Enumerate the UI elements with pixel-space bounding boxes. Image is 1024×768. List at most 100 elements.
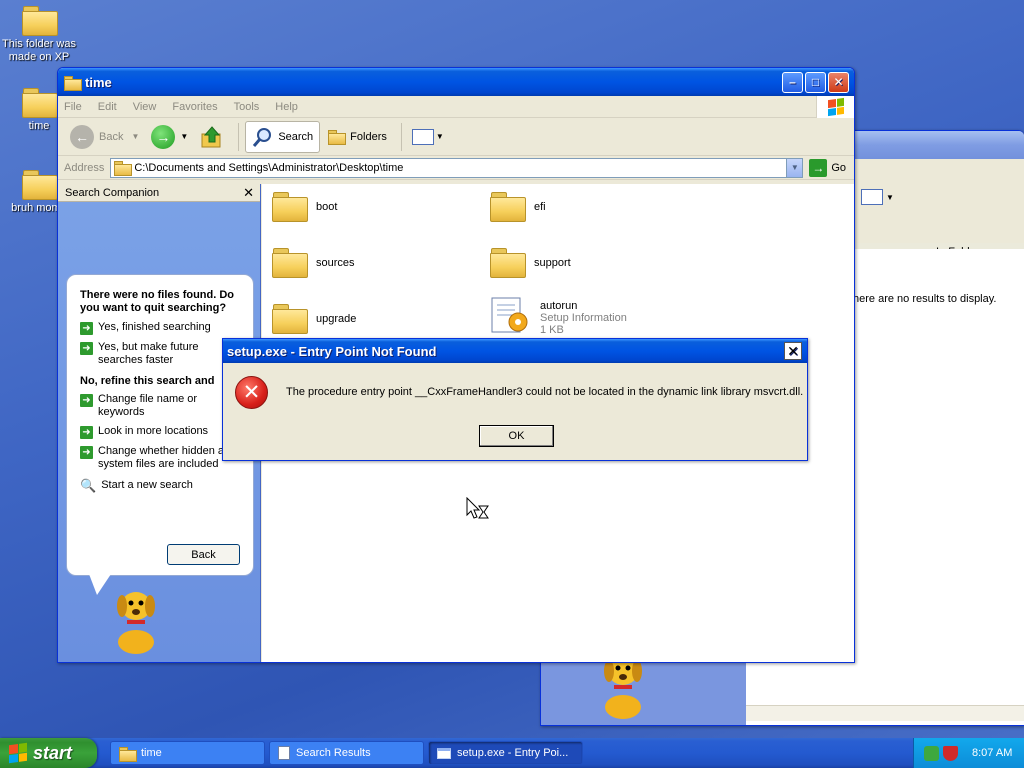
- desktop-icon-xp-folder[interactable]: This folder was made on XP: [0, 6, 78, 64]
- search-companion-title: Search Companion: [65, 186, 160, 199]
- menu-help[interactable]: Help: [275, 101, 298, 113]
- menu-file[interactable]: File: [64, 101, 82, 113]
- arrow-right-icon: ➜: [80, 322, 93, 335]
- folder-icon: [22, 6, 58, 36]
- option-label: Start a new search: [101, 479, 193, 491]
- taskbar: start time Search Results setup.exe - En…: [0, 738, 1024, 768]
- back-label: Back: [99, 130, 124, 143]
- arrow-right-icon: ➜: [80, 394, 93, 407]
- clock[interactable]: 8:07 AM: [972, 747, 1012, 759]
- menu-tools[interactable]: Tools: [234, 101, 260, 113]
- file-name: sources: [316, 257, 355, 269]
- balloon-heading: There were no files found. Do you want t…: [80, 289, 235, 314]
- views-button[interactable]: ▼: [408, 121, 448, 153]
- folder-icon: [119, 746, 137, 762]
- folder-icon: [22, 88, 58, 118]
- menu-view[interactable]: View: [133, 101, 157, 113]
- folders-label: Folders: [350, 130, 387, 143]
- folder-item-sources[interactable]: sources: [272, 248, 355, 280]
- option-more-locations[interactable]: ➜ Look in more locations: [80, 425, 243, 439]
- option-faster-searches[interactable]: ➜ Yes, but make future searches faster: [80, 341, 243, 367]
- windows-logo-icon: [816, 96, 854, 118]
- search-dog-icon: [117, 592, 155, 654]
- security-shield-icon[interactable]: [943, 745, 958, 761]
- file-name: upgrade: [316, 313, 357, 325]
- folder-icon: [22, 170, 58, 200]
- menu-edit[interactable]: Edit: [98, 101, 117, 113]
- folder-item-efi[interactable]: efi: [490, 192, 546, 224]
- file-name: boot: [316, 201, 338, 213]
- folder-icon: [272, 304, 308, 336]
- folder-icon: [272, 192, 308, 224]
- arrow-right-icon: ➜: [80, 426, 93, 439]
- start-button[interactable]: start: [0, 738, 97, 768]
- system-tray: 8:07 AM: [913, 738, 1024, 768]
- folder-item-boot[interactable]: boot: [272, 192, 337, 224]
- close-icon[interactable]: ✕: [243, 185, 254, 201]
- option-finished-searching[interactable]: ➜ Yes, finished searching: [80, 321, 243, 335]
- file-item-autorun[interactable]: autorun Setup Information 1 KB: [490, 296, 627, 336]
- address-bar: Address C:\Documents and Settings\Admini…: [58, 156, 854, 180]
- folder-icon: [272, 248, 308, 280]
- refine-heading: No, refine this search and: [80, 375, 215, 387]
- search-companion-header: Search Companion ✕: [58, 184, 260, 202]
- back-button[interactable]: ← Back ▼: [66, 121, 143, 153]
- search-button[interactable]: Search: [245, 120, 321, 153]
- error-message: The procedure entry point __CxxFrameHand…: [286, 386, 804, 398]
- option-new-search[interactable]: 🔍 Start a new search: [80, 479, 243, 492]
- task-label: time: [141, 747, 162, 759]
- taskbar-button-time[interactable]: time: [110, 741, 265, 765]
- folder-item-upgrade[interactable]: upgrade: [272, 304, 356, 336]
- setup-information-icon: [491, 297, 528, 333]
- folder-item-support[interactable]: support: [490, 248, 571, 280]
- minimize-button[interactable]: –: [782, 71, 803, 93]
- arrow-right-icon: ➜: [80, 446, 93, 459]
- network-icon[interactable]: [924, 745, 939, 761]
- close-button[interactable]: ✕: [784, 342, 802, 360]
- chevron-down-icon: ▼: [435, 132, 444, 141]
- arrow-right-icon: ➜: [80, 342, 93, 355]
- option-change-file-name[interactable]: ➜ Change file name or keywords: [80, 393, 243, 419]
- toolbar: ← Back ▼ → ▼ Search Folders ▼: [58, 118, 854, 156]
- option-hidden-files[interactable]: ➜ Change whether hidden and system files…: [80, 445, 243, 471]
- menu-bar: File Edit View Favorites Tools Help: [58, 96, 854, 118]
- menu-favorites[interactable]: Favorites: [172, 101, 217, 113]
- file-name: support: [534, 257, 571, 269]
- forward-button[interactable]: → ▼: [147, 121, 192, 153]
- address-value: C:\Documents and Settings\Administrator\…: [134, 161, 404, 174]
- option-label: Look in more locations: [98, 425, 209, 437]
- option-label: Yes, finished searching: [98, 321, 211, 333]
- views-icon: [861, 189, 883, 205]
- chevron-down-icon[interactable]: ▼: [786, 158, 803, 177]
- taskbar-button-search-results[interactable]: Search Results: [269, 741, 424, 765]
- error-dialog[interactable]: setup.exe - Entry Point Not Found ✕ ✕ Th…: [222, 338, 808, 461]
- maximize-button[interactable]: □: [805, 71, 826, 93]
- folder-icon: [64, 75, 82, 91]
- address-input[interactable]: C:\Documents and Settings\Administrator\…: [110, 157, 804, 178]
- horizontal-scrollbar[interactable]: [746, 705, 1024, 721]
- task-label: Search Results: [296, 747, 371, 759]
- chevron-down-icon: ▼: [180, 132, 189, 141]
- no-results-message: here are no results to display.: [853, 293, 997, 305]
- explorer-titlebar[interactable]: time – □ ✕: [58, 68, 854, 96]
- views-icon: [411, 128, 434, 145]
- file-type: Setup Information: [540, 312, 627, 324]
- taskbar-button-setup-error[interactable]: setup.exe - Entry Poi...: [428, 741, 583, 765]
- forward-arrow-icon: →: [151, 124, 176, 149]
- dialog-titlebar[interactable]: setup.exe - Entry Point Not Found ✕: [223, 339, 807, 363]
- views-button[interactable]: ▼: [861, 189, 894, 205]
- dialog-title: setup.exe - Entry Point Not Found: [227, 343, 437, 359]
- companion-back-button[interactable]: Back: [167, 544, 240, 565]
- folder-icon: [490, 248, 526, 280]
- window-icon: [437, 747, 451, 759]
- ok-button[interactable]: OK: [479, 425, 554, 447]
- search-icon: 🔍: [80, 478, 97, 493]
- file-name: efi: [534, 201, 546, 213]
- file-text: autorun Setup Information 1 KB: [540, 300, 627, 336]
- close-button[interactable]: ✕: [828, 71, 849, 93]
- search-label: Search: [278, 130, 314, 143]
- file-name: autorun: [540, 300, 578, 312]
- go-button[interactable]: → Go: [803, 158, 854, 177]
- folders-button[interactable]: Folders: [324, 121, 391, 153]
- up-folder-button[interactable]: [196, 121, 228, 153]
